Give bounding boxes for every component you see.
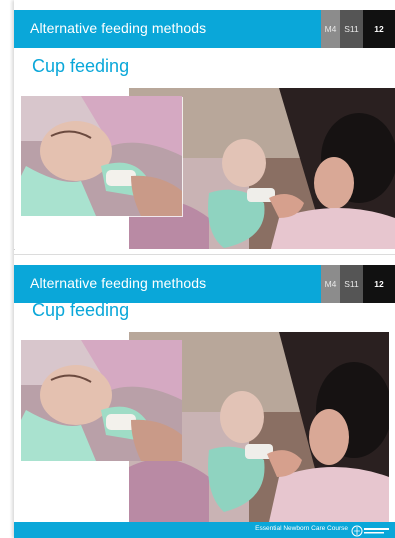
slide-number-tag: 12: [363, 10, 395, 48]
slide-2: Alternative feeding methods M4 S11 12 Cu…: [14, 255, 395, 538]
module-tag: M4: [321, 10, 340, 48]
slide-1: Alternative feeding methods M4 S11 12 Cu…: [14, 0, 395, 249]
slide-header-title: Alternative feeding methods: [30, 275, 207, 291]
cup-feeding-photo-inset: [21, 340, 182, 461]
slide-footer: Essential Newborn Care Course: [14, 522, 395, 538]
module-tag: M4: [321, 265, 340, 303]
cup-feeding-photo-inset: [21, 96, 182, 216]
slide-header: Alternative feeding methods M4 S11 12: [14, 265, 395, 303]
section-tag: S11: [340, 10, 363, 48]
slide-number-tag: 12: [363, 265, 395, 303]
slide-header: Alternative feeding methods M4 S11 12: [14, 10, 395, 48]
who-logo-icon: [351, 524, 391, 537]
footer-course-name: Essential Newborn Care Course: [255, 525, 348, 532]
slide-title: Cup feeding: [32, 56, 130, 76]
slide-title: Cup feeding: [32, 300, 130, 320]
section-tag: S11: [340, 265, 363, 303]
slide-header-title: Alternative feeding methods: [30, 20, 207, 36]
